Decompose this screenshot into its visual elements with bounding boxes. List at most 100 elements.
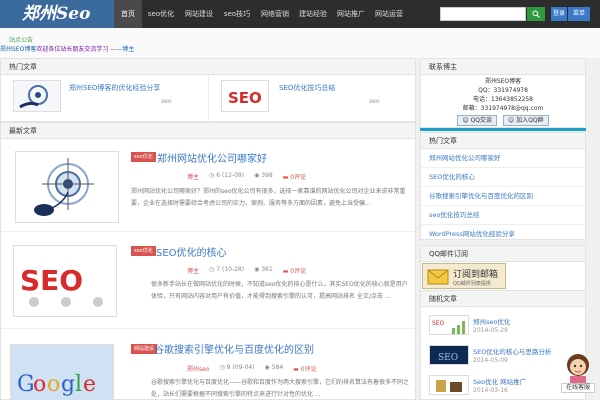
random-item[interactable]: SEO 郑州seo优化 2014-05-29 <box>421 311 585 341</box>
contact-line: 邮箱：331974978@qq.com <box>462 105 544 112</box>
contact-panel: 联系博主 郑州SEO博客 QQ：331974978 电话：13643852258… <box>420 58 586 128</box>
qq-group-icon: ☺ <box>508 117 515 124</box>
hot-articles-title: 热门文章 <box>1 59 415 75</box>
sidebar-hot-item[interactable]: 郑州网站优化公司哪家好 <box>421 149 585 168</box>
post-item: seo优化 郑州网站优化公司哪家好 博主 ◷ 6 (12-09) ◉ 398 ▬… <box>1 140 415 232</box>
sidebar-divider <box>420 128 586 131</box>
sidebar-hot-item[interactable]: WordPress网站优化经验分享 <box>421 225 585 244</box>
random-item-date: 2014-03-16 <box>473 387 508 394</box>
post-thumb[interactable] <box>15 151 119 223</box>
search-button[interactable] <box>527 7 545 21</box>
clock-icon: ◷ <box>209 172 215 179</box>
menu-dropdown-button[interactable]: 菜单 <box>568 7 590 21</box>
nav-item-seo-tips[interactable]: seo技巧 <box>218 0 256 28</box>
sidebar-hot-item[interactable]: 谷歌搜索引擎优化与百度优化的区别 <box>421 187 585 206</box>
site-logo[interactable]: 郑州Seo <box>0 0 114 28</box>
sidebar-hot-panel: 热门文章 郑州网站优化公司哪家好 SEO优化的核心 谷歌搜索引擎优化与百度优化的… <box>420 132 586 244</box>
envelope-icon <box>427 269 449 285</box>
clock-icon: ◷ <box>209 266 215 273</box>
subscribe-button[interactable]: 订阅到邮箱 QQ邮件列表提供 <box>422 263 506 289</box>
random-item-title[interactable]: SEO优化的核心与思路分析 <box>473 346 551 356</box>
online-service-widget[interactable]: 在线客服 <box>559 352 597 396</box>
qq-group-button[interactable]: ☺ 加入QQ群 <box>503 115 549 126</box>
search-input[interactable] <box>440 7 526 21</box>
random-title: 随机文章 <box>421 291 585 307</box>
post-date: (10-28) <box>221 266 245 273</box>
post-item: SEO seo优化 SEO优化的核心 博主 ◷ 7 (10-28) ◉ 361 … <box>1 233 415 329</box>
random-item-title[interactable]: 郑州seo优化 <box>473 316 510 326</box>
notice-text-blue[interactable]: 郑州SEO博客 <box>0 46 36 53</box>
subscribe-sublabel: QQ邮件列表提供 <box>453 281 491 287</box>
post-views: 9 <box>226 364 231 371</box>
contact-line: QQ：331974978 <box>478 87 528 94</box>
contact-line: 电话：13643852258 <box>473 96 533 103</box>
svg-text:l: l <box>75 372 82 397</box>
latest-articles-title: 最新文章 <box>1 123 415 139</box>
category-tag[interactable]: seo优化 <box>131 246 156 256</box>
sidebar-hot-list: 郑州网站优化公司哪家好 SEO优化的核心 谷歌搜索引擎优化与百度优化的区别 se… <box>421 149 585 244</box>
hot-item[interactable]: 郑州SEO博客的优化经验分享 seo <box>1 76 208 122</box>
nav-item-marketing[interactable]: 网络营销 <box>256 0 294 28</box>
qq-icon: ☺ <box>462 117 469 124</box>
eye-icon: ◉ <box>254 172 260 179</box>
notice-marquee: 郑州SEO博客欢迎各位站长朋友交流学习 ——博主 <box>0 44 134 53</box>
post-title[interactable]: 郑州网站优化公司哪家好 <box>157 150 267 165</box>
hot-item-title[interactable]: SEO优化技巧总结 <box>279 83 335 93</box>
post-title[interactable]: 谷歌搜索引擎优化与百度优化的区别 <box>154 341 314 356</box>
eye-icon: ◉ <box>264 364 270 371</box>
latest-articles-panel: 最新文章 seo优化 郑州网站优化公司哪家好 博主 ◷ 6 (12-09) ◉ … <box>0 122 416 400</box>
notice-text-purple[interactable]: 欢迎各位站长朋友交流学习 <box>36 46 108 53</box>
clock-icon: ◷ <box>219 364 225 371</box>
post-meta: 博主 ◷ 6 (12-09) ◉ 398 ▬ 0评论 <box>187 172 306 181</box>
sidebar-hot-item[interactable]: seo优化技巧总结 <box>421 206 585 225</box>
qq-buttons: ☺ QQ交谈 ☺ 加入QQ群 <box>421 115 585 126</box>
login-button[interactable]: 登录 <box>551 7 567 21</box>
post-author[interactable]: 博主 <box>187 266 199 275</box>
random-thumb[interactable] <box>429 375 469 395</box>
svg-text:g: g <box>61 372 75 397</box>
nav-item-build[interactable]: 网站建设 <box>180 0 218 28</box>
nav-item-seo[interactable]: seo优化 <box>142 0 180 28</box>
hot-item[interactable]: SEO SEO优化技巧总结 seo <box>208 76 415 122</box>
menu-label: 菜单 <box>572 10 585 17</box>
comment-icon: ▬ <box>282 268 289 275</box>
post-excerpt: 很多新手站长在做网站优化的时候，不知道seo优化的核心是什么，其实SEO优化的核… <box>151 281 408 300</box>
post-likes: 584 <box>271 364 284 371</box>
post-meta: 博主 ◷ 7 (10-28) ◉ 361 ▬ 0评论 <box>187 266 306 275</box>
random-item-title[interactable]: Seo优化 网站推广 <box>473 376 526 386</box>
comment-icon: ▬ <box>282 174 289 181</box>
post-author[interactable]: 郑州seo <box>187 364 210 373</box>
qq-chat-button[interactable]: ☺ QQ交谈 <box>457 115 497 126</box>
nav-item-operation[interactable]: 网站运营 <box>370 0 408 28</box>
hot-thumb[interactable]: SEO <box>221 80 269 112</box>
random-thumb[interactable]: SEO <box>429 315 469 335</box>
post-title[interactable]: SEO优化的核心 <box>156 244 227 259</box>
post-thumb[interactable]: SEO <box>13 245 117 317</box>
post-comments[interactable]: 0评论 <box>290 174 306 181</box>
sidebar-hot-item[interactable]: SEO优化的核心 <box>421 168 585 187</box>
category-tag[interactable]: seo优化 <box>131 152 156 162</box>
random-item-date: 2014-05-09 <box>473 357 508 364</box>
random-thumb[interactable]: SEO <box>429 345 469 365</box>
post-date: (09-04) <box>232 364 255 371</box>
main-nav: 首页 seo优化 网站建设 seo技巧 网络营销 建站经验 网站推广 网站运营 <box>114 0 408 28</box>
nav-item-promotion[interactable]: 网站推广 <box>332 0 370 28</box>
post-likes: 361 <box>261 266 273 273</box>
nav-item-experience[interactable]: 建站经验 <box>294 0 332 28</box>
post-date: (12-09) <box>221 172 245 179</box>
svg-text:SEO: SEO <box>20 264 83 297</box>
svg-text:G: G <box>17 372 35 397</box>
hot-item-meta: seo <box>369 98 380 105</box>
post-thumb[interactable]: Google <box>10 344 114 400</box>
hot-thumb[interactable] <box>13 80 61 112</box>
post-comments[interactable]: 0评论 <box>301 366 317 373</box>
nav-item-home[interactable]: 首页 <box>114 0 142 28</box>
hot-item-title[interactable]: 郑州SEO博客的优化经验分享 <box>69 83 160 93</box>
post-author[interactable]: 博主 <box>187 172 199 181</box>
subscribe-label: 订阅到邮箱 <box>453 270 499 280</box>
post-comments[interactable]: 0评论 <box>290 268 306 275</box>
service-label: 在线客服 <box>561 383 595 393</box>
post-excerpt: 谷歌搜索引擎优化与百度优化——谷歌和百度作为两大搜索引擎，它们的排名算法有着很多… <box>151 379 410 398</box>
contact-info: 郑州SEO博客 QQ：331974978 电话：13643852258 邮箱：3… <box>421 75 585 113</box>
subscribe-panel: QQ邮件订阅 订阅到邮箱 QQ邮件列表提供 <box>420 245 586 293</box>
